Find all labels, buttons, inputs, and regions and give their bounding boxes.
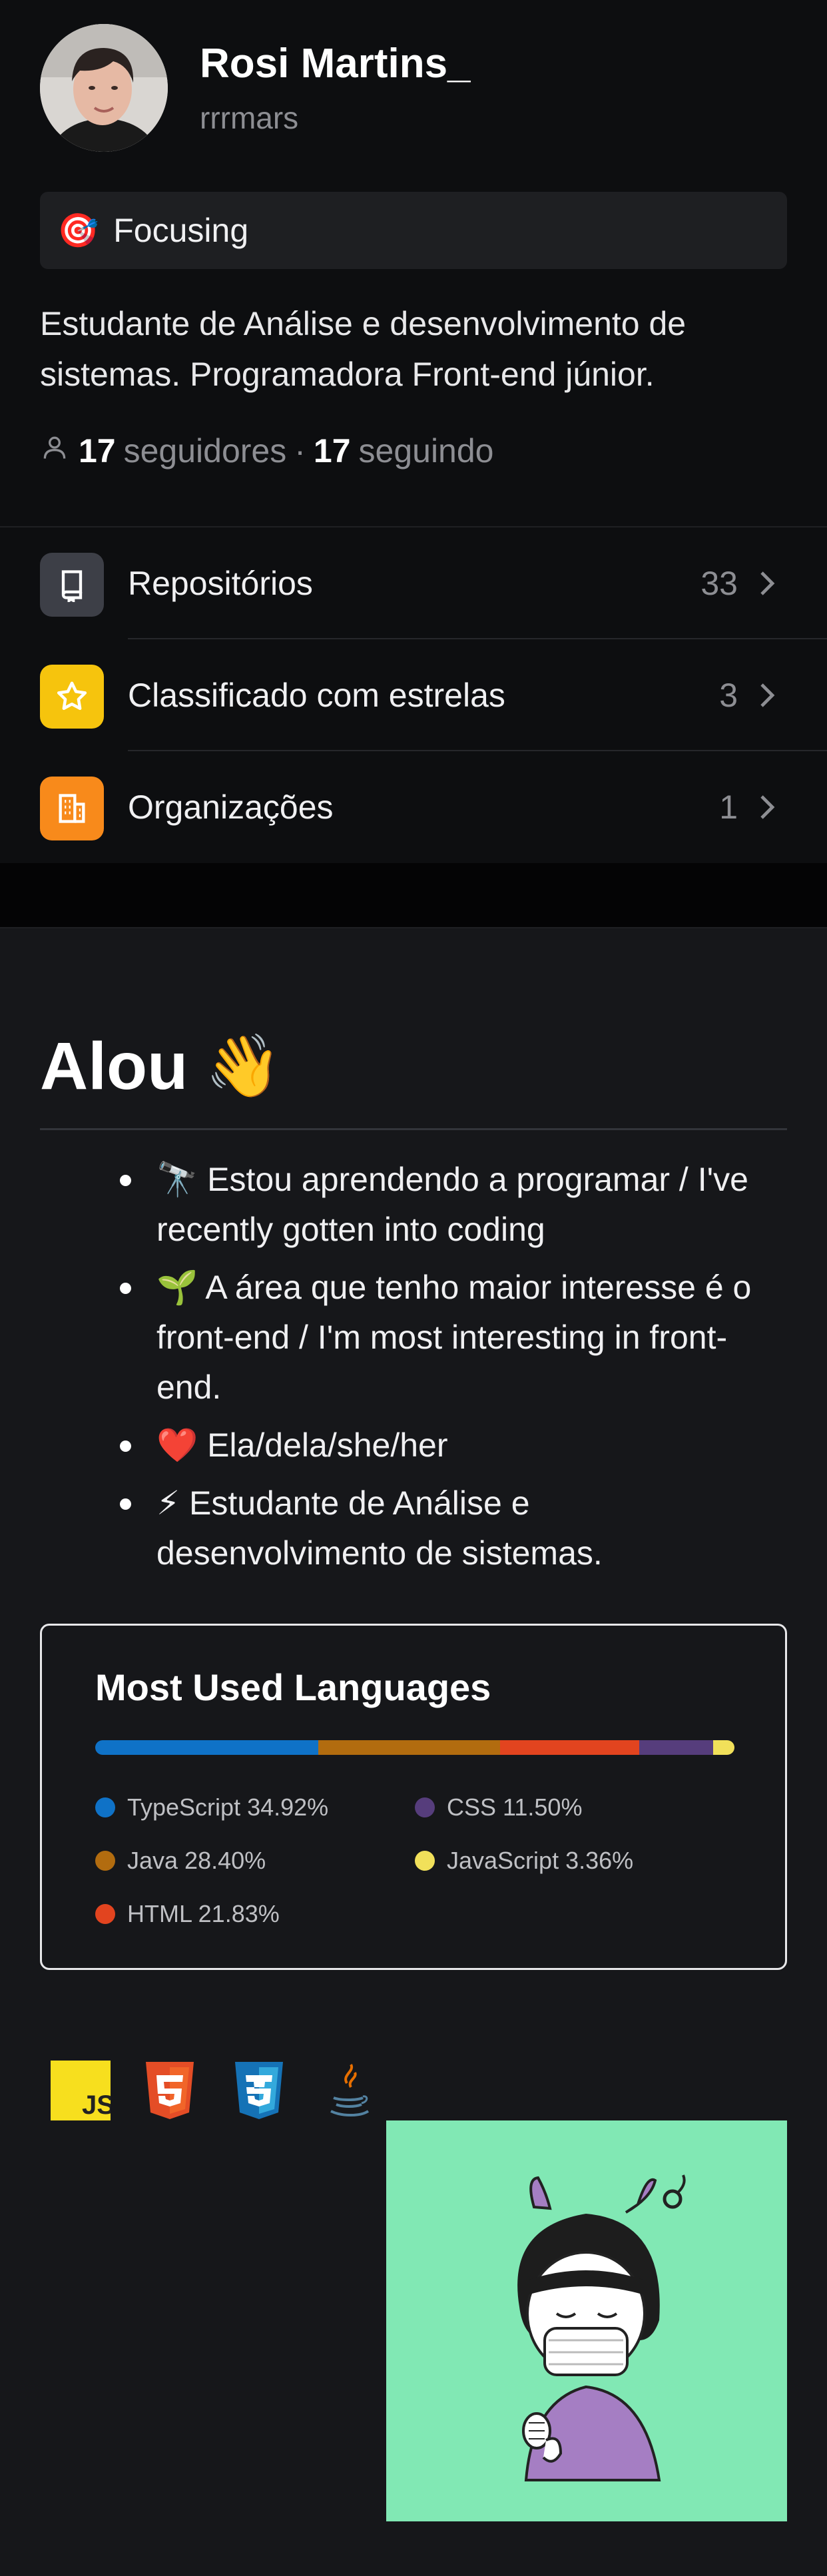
profile-menu: Repositórios 33 Classificado com estrela…	[0, 526, 827, 864]
readme-heading-text: Alou	[40, 1029, 188, 1104]
person-icon	[40, 432, 69, 470]
profile-readme: Alou 👋 🔭 Estou aprendendo a programar / …	[0, 928, 827, 2576]
readme-bullet-list: 🔭 Estou aprendendo a programar / I've re…	[120, 1155, 779, 1586]
menu-item-repositories[interactable]: Repositórios 33	[0, 527, 827, 639]
readme-heading: Alou 👋	[40, 1028, 282, 1105]
legend-label: TypeScript 34.92%	[127, 1793, 329, 1821]
legend-item-css: CSS 11.50%	[415, 1793, 582, 1821]
heading-divider	[40, 1128, 787, 1130]
card-title: Most Used Languages	[95, 1666, 491, 1708]
menu-item-starred[interactable]: Classificado com estrelas 3	[0, 639, 827, 751]
menu-item-label: Classificado com estrelas	[128, 677, 505, 714]
java-icon[interactable]	[318, 2061, 378, 2120]
status-box[interactable]: 🎯 Focusing	[40, 192, 787, 269]
legend-label: JavaScript 3.36%	[447, 1847, 634, 1874]
legend-item-javascript: JavaScript 3.36%	[415, 1847, 633, 1875]
legend-dot	[95, 1797, 115, 1817]
legend-dot	[415, 1851, 435, 1871]
legend-item-typescript: TypeScript 34.92%	[95, 1793, 328, 1821]
legend-dot	[415, 1797, 435, 1817]
legend-label: HTML 21.83%	[127, 1900, 280, 1927]
menu-item-count: 33	[700, 565, 738, 602]
list-item: 🌱 A área que tenho maior interesse é o f…	[120, 1263, 779, 1413]
language-bar-segment-typescript	[95, 1740, 319, 1755]
profile-name: Rosi Martins_	[200, 41, 471, 87]
chevron-right-icon	[759, 682, 775, 712]
legend-dot	[95, 1904, 115, 1924]
most-used-languages-card: Most Used Languages TypeScript 34.92% Ja…	[40, 1624, 787, 1970]
legend-dot	[95, 1851, 115, 1871]
language-bar-segment-css	[639, 1740, 713, 1755]
profile-username: rrrmars	[200, 101, 299, 135]
javascript-icon[interactable]: JS	[51, 2061, 111, 2120]
chevron-right-icon	[759, 794, 775, 824]
star-icon	[40, 665, 104, 729]
illustration-image	[386, 2120, 787, 2521]
repo-icon	[40, 553, 104, 617]
followers-count: 17	[79, 432, 116, 470]
html5-icon[interactable]	[140, 2061, 200, 2120]
menu-item-count: 1	[719, 789, 738, 826]
svg-text:JS: JS	[82, 2091, 111, 2120]
following-label: seguindo	[358, 432, 494, 470]
avatar[interactable]	[40, 24, 168, 152]
section-gap	[0, 863, 827, 928]
follow-separator: ·	[294, 432, 306, 470]
followers-label: seguidores	[123, 432, 287, 470]
organization-icon	[40, 777, 104, 840]
menu-item-label: Repositórios	[128, 565, 313, 602]
chevron-right-icon	[759, 570, 775, 600]
language-bar-segment-javascript	[712, 1740, 734, 1755]
language-bar-segment-html	[499, 1740, 640, 1755]
list-item: ❤️ Ela/dela/she/her	[120, 1421, 779, 1470]
menu-item-count: 3	[719, 677, 738, 714]
waving-hand-icon: 👋	[205, 1032, 282, 1100]
list-item: 🔭 Estou aprendendo a programar / I've re…	[120, 1155, 779, 1255]
following-count: 17	[313, 432, 351, 470]
legend-label: Java 28.40%	[127, 1847, 266, 1874]
legend-label: CSS 11.50%	[447, 1793, 583, 1821]
menu-item-organizations[interactable]: Organizações 1	[0, 751, 827, 863]
list-item: ⚡ Estudante de Análise e desenvolvimento…	[120, 1478, 779, 1578]
follow-stats[interactable]: 17 seguidores · 17 seguindo	[40, 432, 493, 470]
target-emoji-icon: 🎯	[57, 211, 99, 249]
profile-header: Rosi Martins_ rrrmars 🎯 Focusing Estudan…	[0, 0, 827, 864]
menu-item-label: Organizações	[128, 789, 334, 826]
language-progress-bar	[95, 1740, 734, 1755]
language-bar-segment-java	[318, 1740, 500, 1755]
tech-badges: JS	[51, 2061, 408, 2120]
legend-item-html: HTML 21.83%	[95, 1900, 280, 1928]
profile-bio: Estudante de Análise e desenvolvimento d…	[40, 305, 687, 393]
legend-item-java: Java 28.40%	[95, 1847, 266, 1875]
status-text: Focusing	[113, 212, 249, 249]
css3-icon[interactable]	[229, 2061, 289, 2120]
